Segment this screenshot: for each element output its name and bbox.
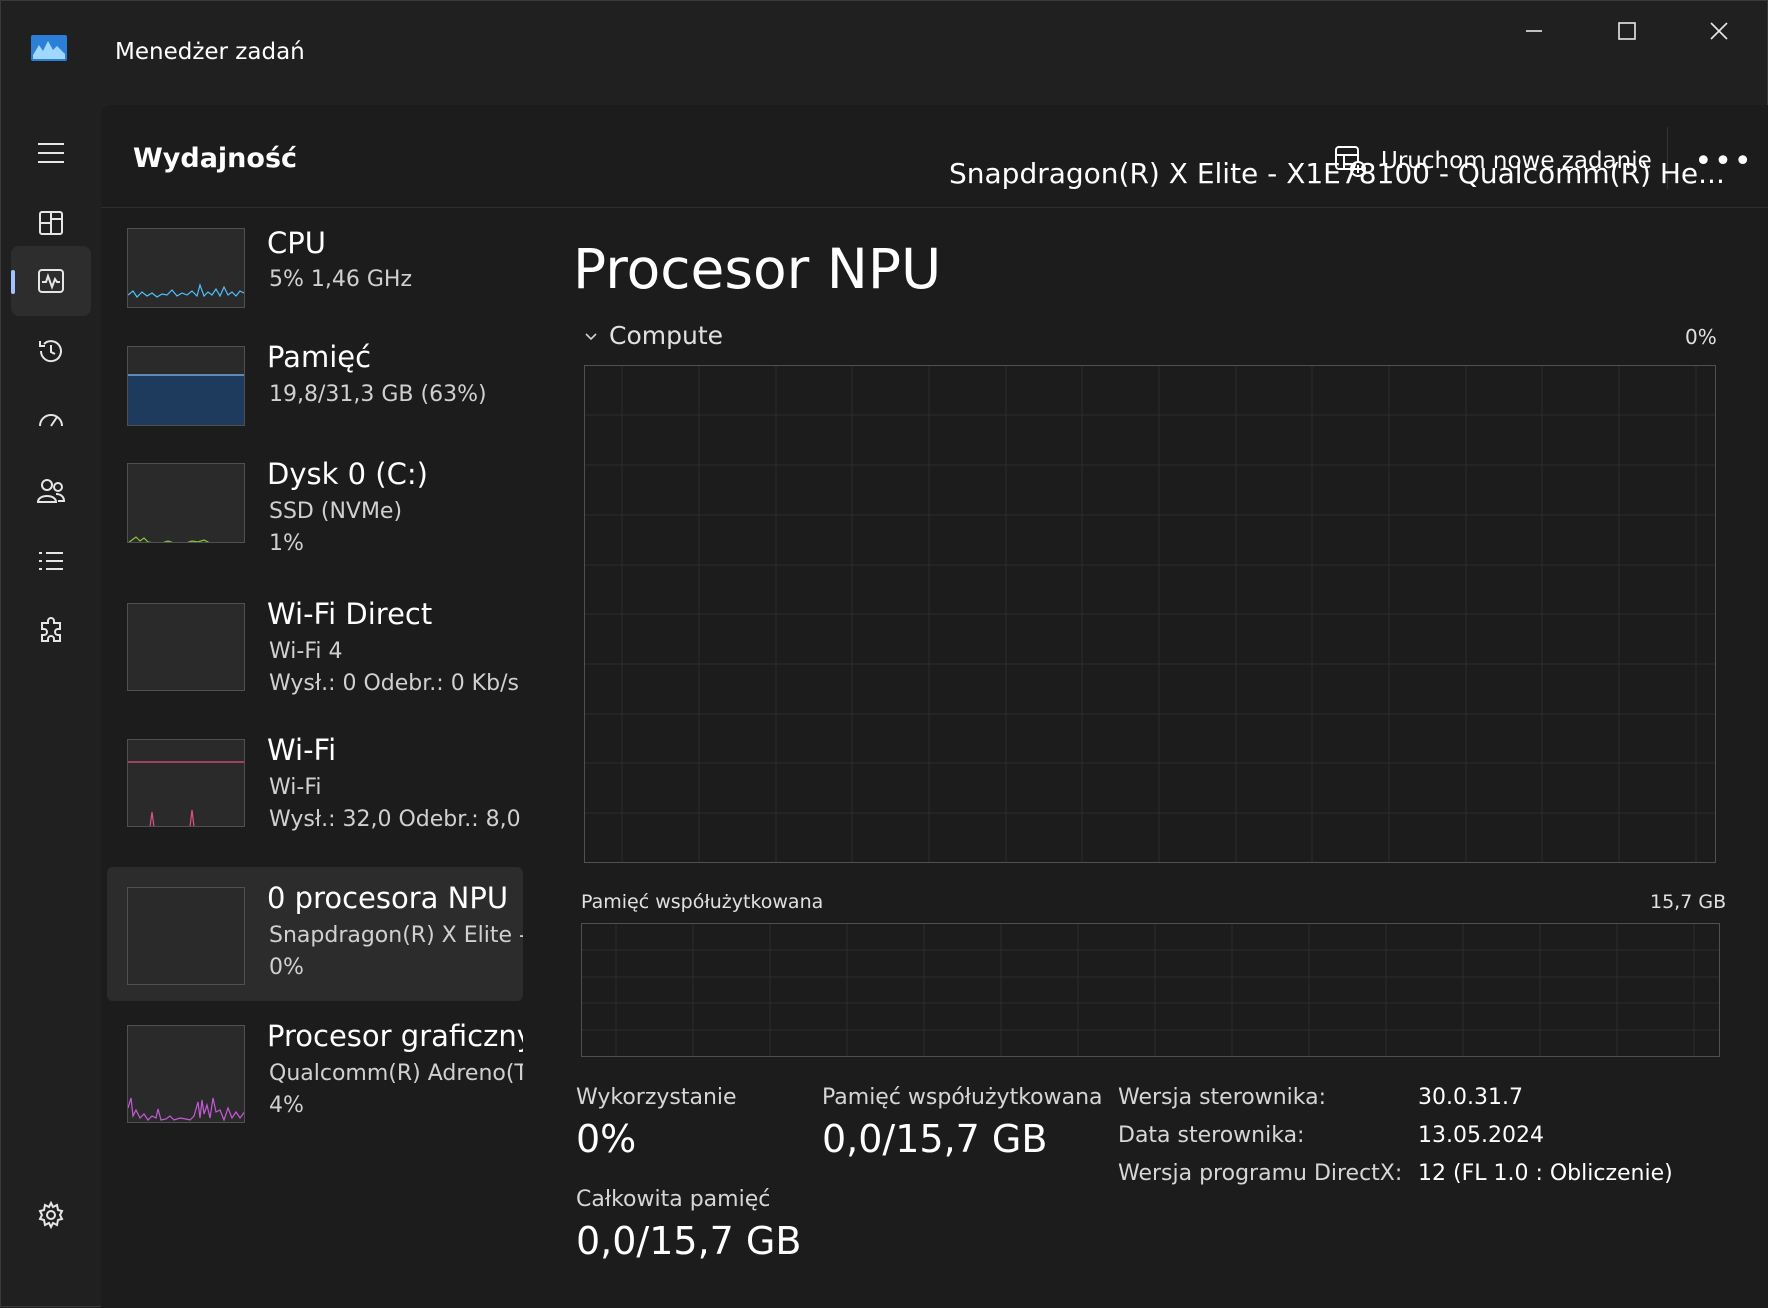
nav-item-users[interactable]: [11, 456, 91, 526]
resource-name: CPU: [267, 226, 326, 260]
chevron-down-icon: [585, 332, 597, 340]
disk-thumbnail-graph: [127, 463, 245, 543]
task-manager-app-icon: [31, 35, 67, 61]
services-puzzle-icon: [41, 617, 61, 642]
resource-item-wifi-direct[interactable]: Wi-Fi Direct Wi-Fi 4 Wysł.: 0 Odebr.: 0 …: [107, 597, 523, 731]
resource-detail: 5% 1,46 GHz: [269, 267, 413, 292]
resource-name: Dysk 0 (C:): [267, 457, 428, 491]
maximize-icon: [1618, 22, 1636, 40]
gpu-thumbnail-graph: [127, 1025, 245, 1123]
minimize-icon: [1526, 30, 1542, 32]
resource-detail: Qualcomm(R) Adreno(TM) X1-85 GPU: [269, 1061, 523, 1086]
resource-detail: Wi-Fi 4: [269, 639, 343, 664]
memory-thumbnail-graph: [127, 346, 245, 426]
speedometer-icon: [39, 414, 63, 427]
cpu-thumbnail-graph: [127, 228, 245, 308]
nav-item-performance[interactable]: [11, 246, 91, 316]
resource-usage: 0%: [269, 955, 304, 980]
resource-throughput: Wysł.: 32,0 Odebr.: 8,0 Kb/s: [269, 807, 523, 832]
users-icon: [36, 479, 66, 503]
wifi-direct-thumbnail-graph: [127, 603, 245, 691]
resource-detail: Wi-Fi: [269, 775, 322, 800]
title-bar[interactable]: Menedżer zadań: [1, 1, 1768, 105]
nav-rail: [1, 105, 101, 1308]
resource-name: 0 procesora NPU: [267, 881, 509, 915]
nav-item-settings[interactable]: [11, 1180, 91, 1250]
detail-title: Procesor NPU: [573, 237, 942, 301]
compute-usage-graph: [584, 365, 1716, 863]
resource-detail: Snapdragon(R) X Elite - X1E78100 - Qualc…: [269, 923, 523, 948]
close-icon: [1710, 22, 1728, 40]
total-memory-label: Całkowita pamięć: [576, 1187, 771, 1212]
resource-item-gpu[interactable]: Procesor graficzny 0 Qualcomm(R) Adreno(…: [107, 1009, 523, 1143]
resource-item-npu[interactable]: 0 procesora NPU Snapdragon(R) X Elite - …: [107, 867, 523, 1001]
shared-memory-graph-label: Pamięć współużytkowana: [581, 891, 824, 913]
wifi-thumbnail-graph: [127, 739, 245, 827]
detail-device-name: Snapdragon(R) X Elite - X1E78100 - Qualc…: [949, 157, 1725, 190]
resource-item-cpu[interactable]: CPU 5% 1,46 GHz: [107, 225, 523, 359]
usage-label: Wykorzystanie: [576, 1085, 737, 1110]
resource-name: Wi-Fi Direct: [267, 597, 433, 631]
resource-name: Wi-Fi: [267, 733, 337, 767]
driver-date-label: Data sterownika:: [1118, 1123, 1305, 1148]
resource-name: Procesor graficzny 0: [267, 1019, 523, 1053]
processes-grid-icon: [39, 211, 63, 235]
nav-item-services[interactable]: [11, 596, 91, 666]
directx-version-label: Wersja programu DirectX:: [1118, 1161, 1403, 1186]
compute-max-percent: 0%: [1685, 325, 1717, 349]
resource-detail: 19,8/31,3 GB (63%): [269, 382, 487, 407]
compute-label: Compute: [609, 321, 724, 350]
resource-usage: 4%: [269, 1093, 304, 1118]
nav-item-app-history[interactable]: [11, 316, 91, 386]
resource-item-disk[interactable]: Dysk 0 (C:) SSD (NVMe) 1%: [107, 457, 523, 595]
details-list-icon: [39, 552, 63, 570]
shared-memory-label: Pamięć współużytkowana: [822, 1085, 1103, 1110]
shared-memory-graph-max: 15,7 GB: [1650, 891, 1727, 913]
usage-value: 0%: [576, 1117, 637, 1161]
history-clock-icon: [39, 340, 62, 363]
performance-pulse-icon: [38, 269, 64, 293]
close-button[interactable]: [1684, 11, 1754, 51]
maximize-button[interactable]: [1592, 11, 1662, 51]
driver-version-label: Wersja sterownika:: [1118, 1085, 1327, 1110]
shared-memory-value: 0,0/15,7 GB: [822, 1117, 1048, 1161]
minimize-button[interactable]: [1499, 11, 1569, 51]
gear-icon: [38, 1200, 64, 1230]
driver-version-value: 30.0.31.7: [1418, 1085, 1523, 1110]
shared-memory-graph: [581, 923, 1720, 1057]
hamburger-menu-icon: [38, 143, 64, 163]
compute-engine-selector[interactable]: Compute: [583, 321, 723, 350]
nav-item-details[interactable]: [11, 526, 91, 596]
resource-name: Pamięć: [267, 340, 372, 374]
page-title: Wydajność: [133, 143, 298, 174]
app-title: Menedżer zadań: [115, 39, 305, 65]
driver-date-value: 13.05.2024: [1418, 1123, 1544, 1148]
resource-item-wifi[interactable]: Wi-Fi Wi-Fi Wysł.: 32,0 Odebr.: 8,0 Kb/s: [107, 733, 523, 867]
resource-usage: 1%: [269, 531, 304, 556]
resource-detail: SSD (NVMe): [269, 499, 403, 524]
task-manager-window: Menedżer zadań Wydajność Uruchom nowe za…: [0, 0, 1768, 1308]
total-memory-value: 0,0/15,7 GB: [576, 1219, 802, 1263]
directx-version-value: 12 (FL 1.0 : Obliczenie): [1418, 1161, 1673, 1186]
nav-menu-button[interactable]: [11, 118, 91, 188]
resource-throughput: Wysł.: 0 Odebr.: 0 Kb/s: [269, 671, 519, 696]
nav-item-startup-apps[interactable]: [11, 386, 91, 456]
npu-thumbnail-graph: [127, 887, 245, 985]
